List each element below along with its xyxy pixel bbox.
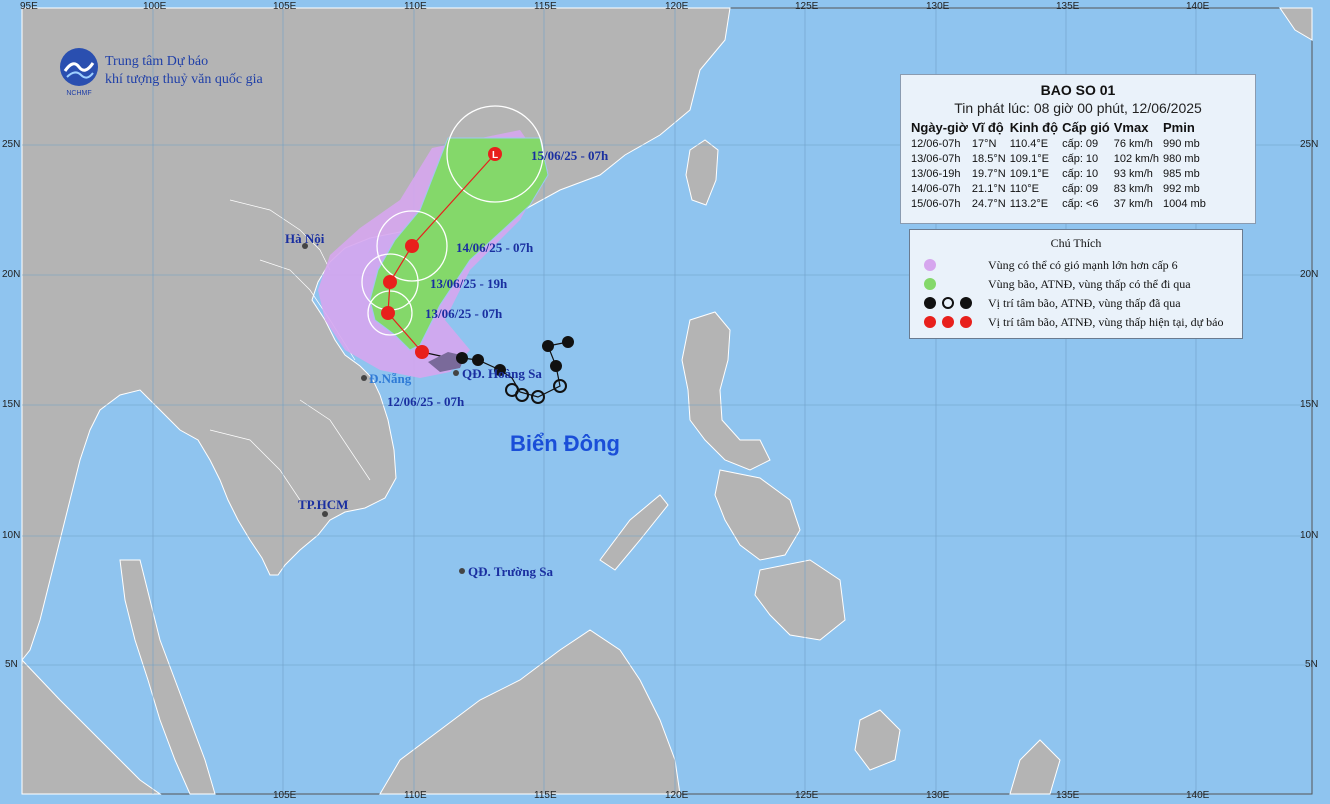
col-header: Pmin [1163,120,1195,135]
storm-icon [456,352,468,364]
lat-tick: 20N [2,269,21,280]
storm-icon [415,345,429,359]
lon-tick: 120E [665,1,689,12]
lon-tick: 130E [926,790,950,801]
place-hoang-sa: QĐ. Hoàng Sa [462,366,542,381]
lon-tick: 135E [1056,1,1080,12]
depression-icon [942,297,954,309]
col-header: Kinh độ [1009,120,1059,135]
track-label: 13/06/25 - 19h [430,276,508,291]
lat-tick: 10N [1300,530,1319,541]
table-row: 13/06-19h 19.7°N 109.1°E cấp: 10 93 km/h 985 … [911,168,1200,180]
bulletin-title: BAO SO 01 [1040,82,1116,98]
lon-tick: 115E [534,1,557,12]
place-danang: Đ.Nẵng [369,371,412,386]
bulletin-table: Ngày-giờ Vĩ độ Kinh độ Cấp gió Vmax Pmin… [911,120,1210,212]
low-icon [562,336,574,348]
lat-tick: 5N [1305,659,1318,670]
col-header: Vmax [1113,120,1149,135]
legend-title: Chú Thích [1050,236,1102,250]
track-label: 12/06/25 - 07h [387,394,465,409]
col-header: Vĩ độ [971,120,1004,135]
svg-text:NCHMF: NCHMF [66,90,91,97]
track-label: 13/06/25 - 07h [425,306,503,321]
storm-icon [924,297,936,309]
place-hanoi: Hà Nội [285,231,325,246]
storm-icon [383,275,397,289]
col-header: Ngày-giờ [911,120,968,135]
purple-zone-icon [924,259,936,271]
agency-name-line1: Trung tâm Dự báo [105,54,209,69]
bulletin-panel: BAO SO 01 Tin phát lúc: 08 giờ 00 phút, … [900,74,1256,224]
lat-tick: 20N [1300,269,1319,280]
lon-tick: 110E [404,1,427,12]
depression-icon [942,316,954,328]
sea-name: Biển Đông [510,431,620,456]
bulletin-issued: Tin phát lúc: 08 giờ 00 phút, 12/06/2025 [954,100,1202,116]
legend-item: Vùng có thể có gió mạnh lớn hơn cấp 6 [922,256,1178,274]
lon-tick: 100E [143,1,167,12]
lat-tick: 10N [2,530,21,541]
lon-tick: 120E [665,790,689,801]
agency-name-line2: khí tượng thuỷ văn quốc gia [105,72,263,87]
lat-tick: 5N [5,659,18,670]
green-zone-icon [924,278,936,290]
lon-tick: 110E [404,790,427,801]
legend-item: Vị trí tâm bão, ATNĐ, vùng thấp hiện tại… [922,313,1223,331]
storm-icon [405,239,419,253]
table-row: 12/06-07h 17°N 110.4°E cấp: 09 76 km/h 990 mb [911,138,1200,150]
lat-tick: 25N [1300,139,1319,150]
low-icon [550,360,562,372]
lon-tick: 115E [534,790,557,801]
legend-item: Vùng bão, ATNĐ, vùng thấp có thể đi qua [922,275,1191,293]
storm-icon [924,316,936,328]
lon-tick: 95E [20,1,38,12]
table-row: 13/06-07h 18.5°N 109.1°E cấp: 10 102 km/h 980… [911,153,1200,165]
table-row: 15/06-07h 24.7°N 113.2°E cấp: <6 37 km/h 1004… [911,198,1206,210]
legend-item: Vị trí tâm bão, ATNĐ, vùng thấp đã qua [922,294,1181,312]
track-label: 15/06/25 - 07h [531,148,609,163]
lon-tick: 105E [273,1,297,12]
storm-icon [472,354,484,366]
lat-tick: 15N [2,399,21,410]
lon-tick: 140E [1186,790,1210,801]
lon-tick: 105E [273,790,297,801]
col-header: Cấp gió [1062,120,1110,135]
lat-tick: 15N [1300,399,1319,410]
lon-tick: 135E [1056,790,1080,801]
legend-panel: Chú Thích Vùng có thể có gió mạnh lớn hơ… [909,229,1243,339]
low-icon [542,340,554,352]
place-hcm: TP.HCM [298,497,349,512]
low-icon [960,297,972,309]
lat-tick: 25N [2,139,21,150]
table-header-row: Ngày-giờ Vĩ độ Kinh độ Cấp gió Vmax Pmin [911,120,1210,137]
svg-text:L: L [492,150,498,161]
lon-tick: 125E [795,1,819,12]
lon-tick: 130E [926,1,950,12]
table-row: 14/06-07h 21.1°N 110°E cấp: 09 83 km/h 992 mb [911,183,1200,195]
agency-logo: NCHMF [57,45,101,97]
low-icon [960,316,972,328]
storm-icon [381,306,395,320]
lon-tick: 140E [1186,1,1210,12]
lon-tick: 125E [795,790,819,801]
place-truong-sa: QĐ. Trường Sa [468,564,553,579]
track-label: 14/06/25 - 07h [456,240,534,255]
